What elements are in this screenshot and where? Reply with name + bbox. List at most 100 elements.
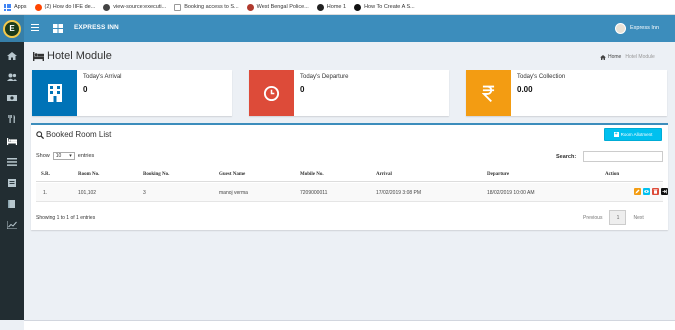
previous-page-button[interactable]: Previous	[578, 212, 607, 224]
checkout-button[interactable]	[661, 188, 668, 195]
card-label: Today's Departure	[300, 74, 349, 80]
column-header[interactable]: Mobile No.	[300, 172, 324, 177]
bookmark-item[interactable]: view-source:executi...	[103, 3, 167, 11]
column-header: Action	[605, 172, 620, 177]
edit-icon	[635, 189, 640, 194]
entries-length: Show 10 ▾ entries	[36, 152, 94, 160]
top-navbar: EXPRESS INN Express Inn	[24, 15, 675, 42]
bookmark-item[interactable]: Booking access to S...	[174, 3, 239, 11]
money-icon[interactable]	[7, 94, 17, 102]
footer	[24, 320, 675, 330]
card-label: Today's Arrival	[83, 74, 122, 80]
eye-icon	[644, 190, 649, 193]
bookmark-apps[interactable]: Apps	[4, 3, 27, 11]
home-icon[interactable]	[7, 52, 17, 60]
building-icon	[47, 84, 62, 102]
bookmark-item[interactable]: Home 1	[316, 3, 347, 11]
cutlery-icon[interactable]	[7, 115, 17, 123]
departure-icon-box	[249, 70, 294, 116]
entries-select[interactable]: 10 ▾	[52, 152, 75, 160]
column-header[interactable]: Booking No.	[143, 172, 169, 177]
search-input[interactable]	[583, 151, 663, 162]
page-title-text: Hotel Module	[47, 50, 112, 62]
reddit-icon	[34, 3, 42, 11]
view-button[interactable]	[643, 188, 650, 195]
bookmark-label: Home 1	[326, 4, 347, 10]
table-row: 1. 101,102 3 manoj verma 7209000011 17/0…	[36, 183, 668, 202]
chevron-down-icon: ▾	[69, 153, 72, 159]
collection-icon-box	[466, 70, 511, 116]
box-title: Booked Room List	[36, 130, 111, 139]
cell-arrival: 17/02/2019 3:08 PM	[376, 190, 422, 196]
page-button-current[interactable]: 1	[609, 210, 627, 225]
bookmark-item[interactable]: West Bengal Police...	[246, 3, 309, 11]
report-icon[interactable]	[7, 179, 17, 187]
list-icon[interactable]	[7, 158, 17, 166]
cell-departure: 18/02/2019 10:00 AM	[487, 190, 535, 196]
arrival-icon-box	[32, 70, 77, 116]
next-page-button[interactable]: Next	[628, 212, 648, 224]
collection-card: Today's Collection 0.00	[466, 70, 667, 116]
bookmark-label: (2) How do IIFE de...	[44, 4, 96, 10]
sidebar: E	[0, 15, 24, 320]
table-info: Showing 1 to 1 of 1 entries	[36, 215, 96, 221]
bookmark-label: How To Create A S...	[364, 4, 415, 10]
column-header[interactable]: Arrival	[376, 172, 392, 177]
card-value: 0	[83, 85, 88, 94]
column-header[interactable]: Departure	[487, 172, 509, 177]
breadcrumb-current: Hotel Module	[625, 54, 655, 60]
card-value: 0.00	[517, 85, 533, 94]
users-icon[interactable]	[7, 73, 17, 81]
box-title-text: Booked Room List	[46, 130, 112, 139]
cell-booking: 3	[143, 190, 146, 196]
bookmark-label: Booking access to S...	[184, 4, 239, 10]
row-actions	[634, 188, 670, 195]
bookmark-label: West Bengal Police...	[256, 4, 309, 10]
cell-room: 101,102	[78, 190, 97, 196]
globe-icon	[103, 3, 111, 11]
bed-icon[interactable]	[7, 137, 17, 145]
room-allotment-label: Room Allotment	[620, 132, 653, 137]
bookmark-label: view-source:executi...	[113, 4, 167, 10]
page-icon	[174, 3, 182, 11]
departure-card: Today's Departure 0	[249, 70, 449, 116]
bookmarks-bar: Apps (2) How do IIFE de... view-source:e…	[0, 0, 675, 15]
booked-room-list-box: Booked Room List + Room Allotment Show 1…	[31, 123, 668, 230]
column-header[interactable]: Room No.	[78, 172, 99, 177]
dot-icon	[354, 3, 362, 11]
breadcrumb-home[interactable]: Home	[608, 54, 621, 60]
grid-icon	[53, 24, 63, 33]
room-allotment-button[interactable]: + Room Allotment	[604, 128, 662, 141]
column-header[interactable]: S.R.	[41, 172, 50, 177]
page-title: Hotel Module	[33, 50, 112, 62]
bookmark-item[interactable]: (2) How do IIFE de...	[34, 3, 96, 11]
logo: E	[3, 19, 21, 38]
column-header[interactable]: Guest Name	[219, 172, 245, 177]
rupee-icon	[482, 85, 495, 102]
bookmark-item[interactable]: How To Create A S...	[354, 3, 415, 11]
avatar[interactable]	[615, 23, 626, 34]
bookmark-label: Apps	[14, 4, 27, 10]
search-label: Search:	[556, 154, 577, 160]
user-name[interactable]: Express Inn	[630, 25, 659, 31]
arrival-card: Today's Arrival 0	[32, 70, 232, 116]
line-chart-icon[interactable]	[7, 221, 17, 229]
entries-select-value: 10	[55, 153, 62, 159]
delete-button[interactable]	[652, 188, 659, 195]
show-label: Show	[36, 153, 50, 159]
clock-icon	[263, 85, 280, 101]
menu-toggle-icon[interactable]	[31, 24, 39, 32]
plus-icon: +	[613, 131, 619, 137]
sign-out-icon	[662, 189, 667, 194]
breadcrumb: Home Hotel Module	[600, 54, 655, 60]
brand-name[interactable]: EXPRESS INN	[74, 24, 119, 31]
pagination: Previous 1 Next	[578, 210, 649, 225]
book-icon[interactable]	[7, 200, 17, 208]
trash-icon	[653, 189, 658, 194]
bed-icon	[33, 52, 44, 61]
home-icon	[600, 54, 606, 60]
card-label: Today's Collection	[517, 74, 566, 80]
entries-label: entries	[77, 153, 95, 159]
edit-button[interactable]	[634, 188, 641, 195]
logo-area[interactable]: E	[0, 15, 24, 42]
